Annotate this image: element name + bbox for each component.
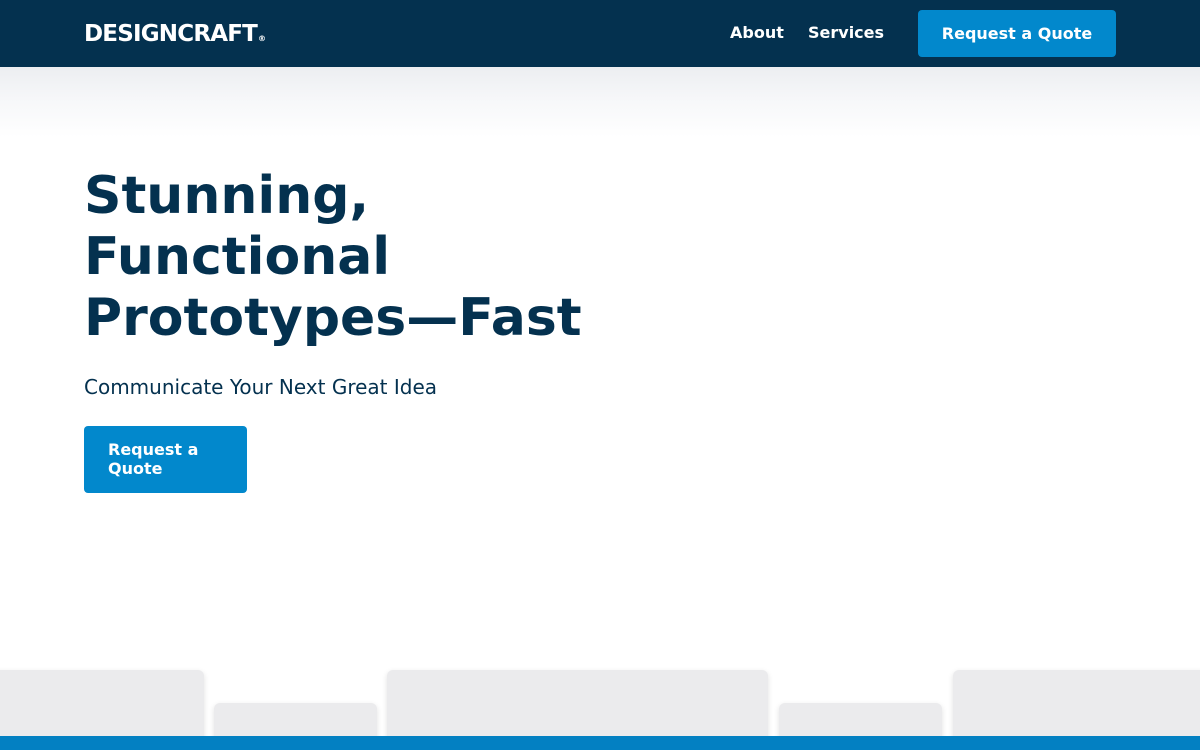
hero-title: Stunning, Functional Prototypes—Fast — [84, 166, 582, 348]
designcraft-logo[interactable]: DESIGNCRAFT® — [84, 21, 266, 52]
bottom-accent-band — [0, 736, 1200, 750]
nav-link-services[interactable]: Services — [808, 23, 884, 43]
registered-mark: ® — [258, 34, 266, 43]
hero-request-quote-button[interactable]: Request a Quote — [84, 426, 247, 493]
navbar-shadow — [0, 67, 1200, 137]
logo-text: DESIGNCRAFT — [84, 21, 258, 47]
hero-subtitle: Communicate Your Next Great Idea — [84, 375, 438, 399]
nav-request-quote-button[interactable]: Request a Quote — [918, 10, 1116, 57]
nav-link-about[interactable]: About — [730, 23, 784, 43]
top-navbar: DESIGNCRAFT® About Services Request a Qu… — [0, 0, 1200, 67]
